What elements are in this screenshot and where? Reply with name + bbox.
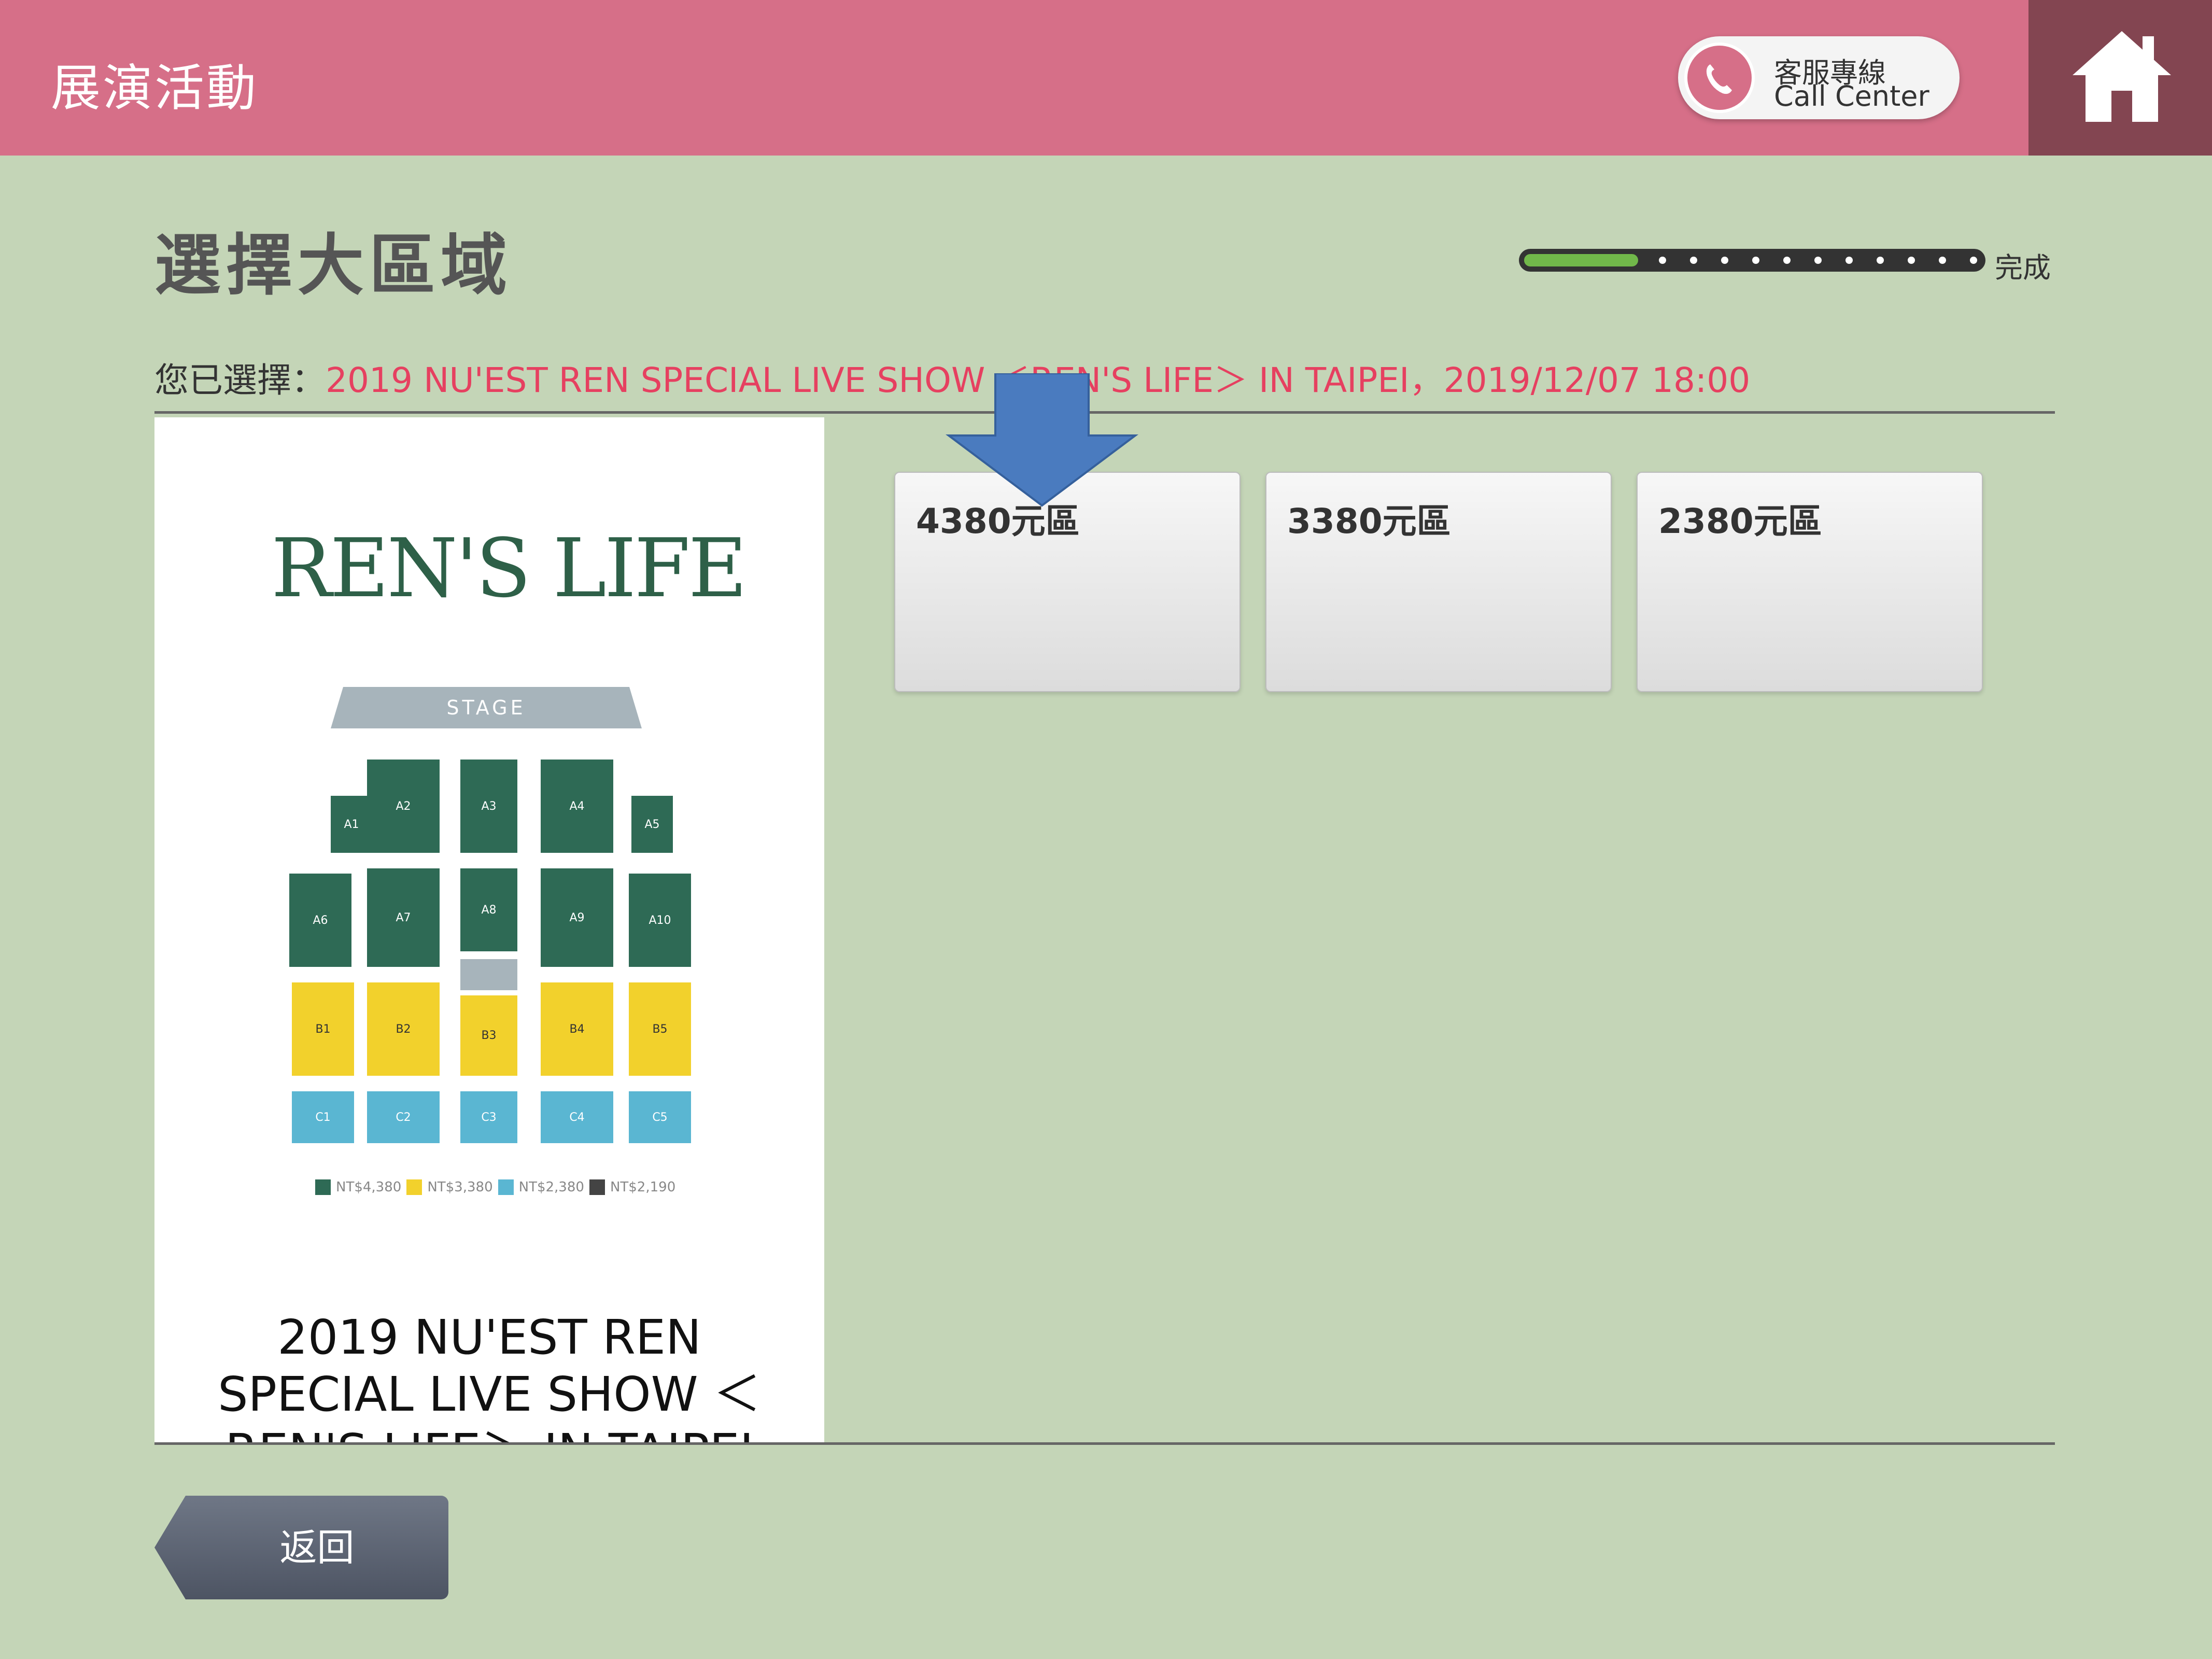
seat-section: A6 — [289, 874, 351, 967]
event-poster: REN'S LIFE STAGE A1 A2 A3 A4 A5 A6 A7 A8… — [154, 417, 824, 1442]
seat-section: A2 — [367, 760, 440, 853]
back-button-label: 返回 — [279, 1526, 355, 1569]
zone-label: 3380元區 — [1287, 501, 1451, 541]
legend-item: NT$2,190 — [610, 1179, 676, 1195]
legend-swatch — [315, 1179, 331, 1195]
back-button[interactable]: 返回 — [154, 1496, 448, 1599]
progress-dot — [1939, 257, 1946, 264]
progress-dot — [1877, 257, 1884, 264]
bottom-divider — [154, 1442, 2055, 1445]
legend-item: NT$2,380 — [518, 1179, 584, 1195]
call-center-button[interactable]: 客服專線 Call Center — [1678, 36, 1960, 119]
progress-end-label: 完成 — [1995, 251, 2051, 284]
zone-label: 2380元區 — [1658, 501, 1822, 541]
event-caption: 2019 NU'EST REN SPECIAL LIVE SHOW ＜ REN'… — [175, 1309, 804, 1442]
caption-line: REN'S LIFE＞ IN TAIPEI — [175, 1423, 804, 1442]
progress-bar — [1519, 249, 1985, 272]
caption-line: 2019 NU'EST REN — [277, 1310, 701, 1365]
seat-section: B4 — [541, 982, 613, 1076]
poster-title: REN'S LIFE — [271, 521, 748, 615]
page-title: 選擇大區域 — [154, 227, 513, 304]
seat-section: B5 — [629, 982, 691, 1076]
seat-section: B2 — [367, 982, 440, 1076]
stage-label: STAGE — [446, 696, 526, 719]
zone-card-2380[interactable]: 2380元區 — [1637, 472, 1983, 692]
seat-section: C1 — [292, 1091, 354, 1143]
selection-prefix: 您已選擇： — [154, 360, 326, 400]
seat-section: A5 — [631, 796, 673, 853]
header-title: 展演活動 — [51, 59, 258, 117]
poster-legend: NT$4,380 NT$3,380 NT$2,380 NT$2,190 — [315, 1179, 675, 1195]
stage: STAGE — [331, 687, 642, 728]
home-icon — [2073, 31, 2171, 122]
seat-section: A1 — [331, 796, 372, 853]
seat-section: B3 — [460, 995, 517, 1076]
progress-dot — [1752, 257, 1759, 264]
legend-item: NT$4,380 — [336, 1179, 402, 1195]
progress-dot — [1814, 257, 1822, 264]
seat-section: A9 — [541, 868, 613, 967]
progress-dot — [1783, 257, 1791, 264]
seat-section: A8 — [460, 868, 517, 951]
seat-section: C5 — [629, 1091, 691, 1143]
control-booth — [460, 959, 517, 990]
progress-dot — [1845, 257, 1853, 264]
legend-swatch — [589, 1179, 605, 1195]
progress-fill — [1524, 254, 1638, 266]
progress-dot — [1721, 257, 1728, 264]
legend-swatch — [498, 1179, 514, 1195]
progress-dot — [1659, 257, 1666, 264]
legend-swatch — [406, 1179, 422, 1195]
header-bar: 展演活動 客服專線 Call Center — [0, 0, 2212, 156]
seat-section: B1 — [292, 982, 354, 1076]
seat-section: C2 — [367, 1091, 440, 1143]
zone-card-3380[interactable]: 3380元區 — [1265, 472, 1612, 692]
arrow-down-icon — [946, 373, 1138, 507]
progress-dot — [1970, 257, 1977, 264]
progress-dot — [1690, 257, 1697, 264]
progress-dot — [1908, 257, 1915, 264]
seat-section: A7 — [367, 868, 440, 967]
seat-section: A3 — [460, 760, 517, 853]
caption-line: SPECIAL LIVE SHOW ＜ — [218, 1367, 761, 1422]
seat-section: C4 — [541, 1091, 613, 1143]
legend-item: NT$3,380 — [427, 1179, 493, 1195]
phone-icon — [1684, 43, 1755, 113]
seat-section: C3 — [460, 1091, 517, 1143]
home-button[interactable] — [2028, 0, 2212, 156]
seat-section: A10 — [629, 874, 691, 967]
seat-section: A4 — [541, 760, 613, 853]
call-center-label-en: Call Center — [1774, 80, 1929, 113]
